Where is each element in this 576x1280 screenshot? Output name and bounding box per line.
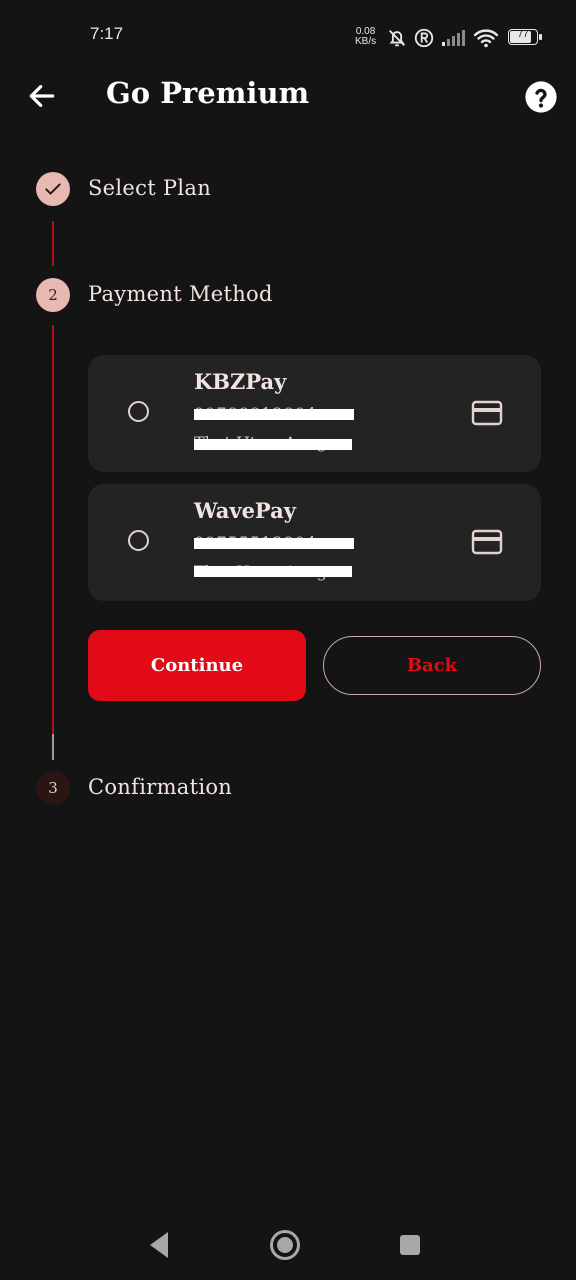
- step-3-label: Confirmation: [88, 775, 233, 799]
- step-3-indicator: 3: [36, 771, 70, 805]
- back-arrow-icon[interactable]: [26, 80, 58, 112]
- wifi-icon: [473, 29, 499, 48]
- help-icon[interactable]: [524, 80, 558, 114]
- continue-button[interactable]: Continue: [88, 630, 306, 701]
- battery-icon: 77: [508, 29, 538, 45]
- step-1-label: Select Plan: [88, 176, 212, 200]
- radio-wavepay[interactable]: [128, 530, 149, 551]
- check-icon: [45, 183, 61, 195]
- step-2-indicator: 2: [36, 278, 70, 312]
- payment-option-kbzpay[interactable]: KBZPay 09788813804 Thet Htwe Aung: [88, 355, 541, 472]
- redaction-bar: [194, 566, 352, 577]
- network-speed: 0.08 KB/s: [355, 27, 376, 47]
- payment-name: WavePay: [194, 498, 296, 523]
- network-speed-unit: KB/s: [355, 36, 377, 47]
- page-title: Go Premium: [106, 76, 310, 110]
- registered-icon: [414, 28, 434, 48]
- credit-card-icon: [471, 400, 503, 426]
- status-time: 7:17: [90, 24, 124, 43]
- nav-home-icon[interactable]: [268, 1228, 302, 1262]
- nav-recents-icon[interactable]: [398, 1228, 422, 1262]
- battery-tip: [539, 34, 542, 40]
- step-connector-2-tail: [52, 734, 54, 760]
- step-connector-1: [52, 221, 54, 266]
- step-1-indicator: [36, 172, 70, 206]
- redaction-bar: [194, 439, 352, 450]
- credit-card-icon: [471, 529, 503, 555]
- signal-icon: [442, 30, 465, 46]
- battery-level: 77: [517, 29, 529, 40]
- step-connector-2: [52, 325, 54, 734]
- redaction-bar: [194, 538, 354, 549]
- bell-muted-icon: [389, 30, 405, 47]
- redaction-bar: [194, 409, 354, 420]
- radio-kbzpay[interactable]: [128, 401, 149, 422]
- payment-name: KBZPay: [194, 369, 287, 394]
- nav-back-icon[interactable]: [146, 1228, 172, 1262]
- payment-option-wavepay[interactable]: WavePay 09755513804 Thet Htwe Aung: [88, 484, 541, 601]
- step-2-label: Payment Method: [88, 282, 273, 306]
- back-button[interactable]: Back: [323, 636, 541, 695]
